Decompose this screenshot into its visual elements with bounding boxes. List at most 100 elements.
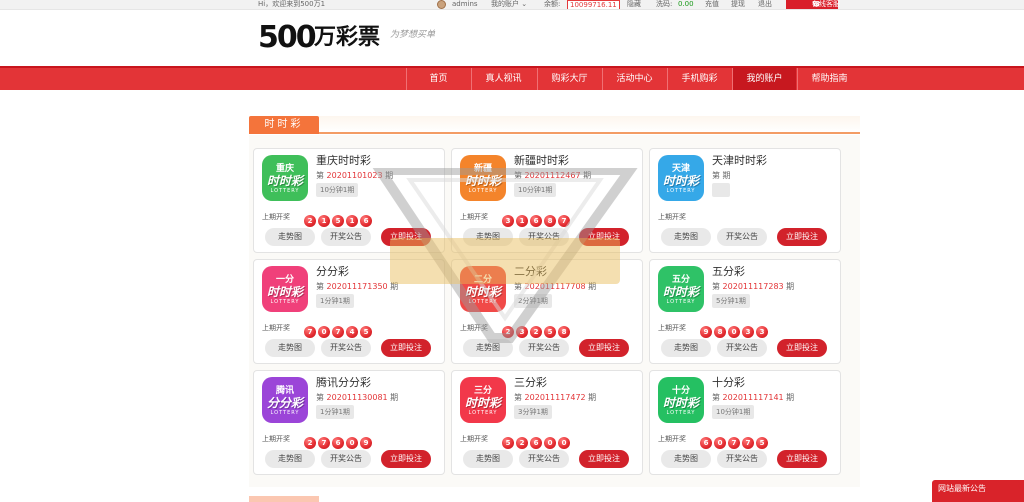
icon-main-label: 时时彩 <box>464 174 501 188</box>
bet-now-button[interactable]: 立即投注 <box>381 450 431 468</box>
last-draw-label: 上期开奖 <box>460 435 488 443</box>
draw-notice-button[interactable]: 开奖公告 <box>717 339 767 357</box>
lottery-name[interactable]: 腾讯分分彩 <box>316 374 371 390</box>
lottery-name[interactable]: 重庆时时彩 <box>316 152 371 168</box>
lottery-name[interactable]: 新疆时时彩 <box>514 152 569 168</box>
section-title-tab[interactable]: 时时彩 <box>249 116 319 134</box>
nav-item[interactable]: 购彩大厅 <box>537 68 601 90</box>
issue-line: 第 20201112467 期 <box>514 170 591 181</box>
lottery-icon[interactable]: 腾讯 分分彩 LOTTERY <box>262 377 308 423</box>
lottery-card: 二分 时时彩 LOTTERY 二分彩第 202011117708 期 2分钟1期 上期开奖… <box>451 259 643 364</box>
draw-notice-button[interactable]: 开奖公告 <box>321 339 371 357</box>
lottery-icon[interactable]: 十分 时时彩 LOTTERY <box>658 377 704 423</box>
logo-text: 万彩票 <box>314 25 381 50</box>
issue-prefix: 第 <box>316 282 324 291</box>
result-ball: 2 <box>516 437 528 449</box>
icon-main-label: 时时彩 <box>266 285 303 299</box>
trend-chart-button[interactable]: 走势图 <box>463 228 513 246</box>
username[interactable]: admins <box>452 0 478 9</box>
nav-item[interactable]: 帮助指南 <box>797 68 861 90</box>
lottery-name[interactable]: 三分彩 <box>514 374 547 390</box>
nav-item[interactable]: 真人视讯 <box>471 68 535 90</box>
draw-notice-button[interactable]: 开奖公告 <box>519 228 569 246</box>
result-ball: 7 <box>728 437 740 449</box>
result-ball: 6 <box>530 437 542 449</box>
result-ball: 6 <box>360 215 372 227</box>
next-section-tab <box>249 496 319 502</box>
result-ball: 0 <box>544 437 556 449</box>
draw-notice-button[interactable]: 开奖公告 <box>717 450 767 468</box>
nav-item[interactable]: 活动中心 <box>602 68 666 90</box>
result-ball: 3 <box>502 215 514 227</box>
lottery-name[interactable]: 五分彩 <box>712 263 745 279</box>
trend-chart-button[interactable]: 走势图 <box>265 450 315 468</box>
lottery-name[interactable]: 分分彩 <box>316 263 349 279</box>
result-ball: 7 <box>318 437 330 449</box>
bet-now-button[interactable]: 立即投注 <box>381 228 431 246</box>
trend-chart-button[interactable]: 走势图 <box>661 228 711 246</box>
lottery-name[interactable]: 天津时时彩 <box>712 152 767 168</box>
icon-sub-label: LOTTERY <box>666 188 696 194</box>
my-account-menu[interactable]: 我的账户 ⌄ <box>491 0 527 9</box>
lottery-name[interactable]: 二分彩 <box>514 263 547 279</box>
issue-number: 202011117283 <box>722 282 784 291</box>
lottery-card: 一分 时时彩 LOTTERY 分分彩第 202011171350 期 1分钟1期 上期开奖… <box>253 259 445 364</box>
draw-notice-button[interactable]: 开奖公告 <box>519 450 569 468</box>
result-ball: 1 <box>318 215 330 227</box>
bet-now-button[interactable]: 立即投注 <box>579 450 629 468</box>
result-ball: 6 <box>530 215 542 227</box>
logout-link[interactable]: 退出 <box>758 0 772 9</box>
lottery-icon[interactable]: 三分 时时彩 LOTTERY <box>460 377 506 423</box>
last-draw-label: 上期开奖 <box>658 213 686 221</box>
hide-balance-link[interactable]: 隐藏 <box>627 0 641 9</box>
lottery-icon[interactable]: 五分 时时彩 LOTTERY <box>658 266 704 312</box>
lottery-name[interactable]: 十分彩 <box>712 374 745 390</box>
draw-frequency: 1分钟1期 <box>316 294 354 308</box>
trend-chart-button[interactable]: 走势图 <box>265 339 315 357</box>
bet-now-button[interactable]: 立即投注 <box>381 339 431 357</box>
lottery-icon[interactable]: 新疆 时时彩 LOTTERY <box>460 155 506 201</box>
bet-now-button[interactable]: 立即投注 <box>777 339 827 357</box>
draw-notice-button[interactable]: 开奖公告 <box>321 450 371 468</box>
trend-chart-button[interactable]: 走势图 <box>661 450 711 468</box>
draw-frequency: 10分钟1期 <box>712 405 755 419</box>
trend-chart-button[interactable]: 走势图 <box>463 450 513 468</box>
lottery-icon[interactable]: 二分 时时彩 LOTTERY <box>460 266 506 312</box>
customer-service-button[interactable]: ☎ 在线客服 <box>786 0 840 9</box>
nav-item[interactable]: 我的账户 <box>732 68 796 90</box>
lottery-card: 腾讯 分分彩 LOTTERY 腾讯分分彩第 202011130081 期 1分钟1期 上期… <box>253 370 445 475</box>
withdraw-link[interactable]: 提现 <box>731 0 745 9</box>
bet-now-button[interactable]: 立即投注 <box>777 450 827 468</box>
trend-chart-button[interactable]: 走势图 <box>661 339 711 357</box>
issue-suffix: 期 <box>786 282 795 291</box>
draw-notice-button[interactable]: 开奖公告 <box>717 228 767 246</box>
trend-chart-button[interactable]: 走势图 <box>265 228 315 246</box>
lottery-icon[interactable]: 天津 时时彩 LOTTERY <box>658 155 704 201</box>
draw-notice-button[interactable]: 开奖公告 <box>321 228 371 246</box>
icon-main-label: 时时彩 <box>662 174 699 188</box>
lottery-icon[interactable]: 重庆 时时彩 LOTTERY <box>262 155 308 201</box>
wash-label: 洗码: <box>656 0 673 8</box>
recharge-link[interactable]: 充值 <box>705 0 719 9</box>
icon-sub-label: LOTTERY <box>270 299 300 305</box>
result-ball: 2 <box>502 326 514 338</box>
latest-notice-bar[interactable]: 网站最新公告 <box>932 480 1024 502</box>
nav-item[interactable]: 首页 <box>406 68 470 90</box>
bet-now-button[interactable]: 立即投注 <box>579 339 629 357</box>
nav-item[interactable]: 手机购彩 <box>667 68 731 90</box>
issue-prefix: 第 <box>712 393 720 402</box>
icon-main-label: 时时彩 <box>464 396 501 410</box>
user-avatar[interactable] <box>437 0 446 9</box>
last-draw-balls: 52600 <box>502 430 572 449</box>
trend-chart-button[interactable]: 走势图 <box>463 339 513 357</box>
lottery-icon[interactable]: 一分 时时彩 LOTTERY <box>262 266 308 312</box>
draw-notice-button[interactable]: 开奖公告 <box>519 339 569 357</box>
last-draw-balls: 60775 <box>700 430 770 449</box>
icon-sub-label: LOTTERY <box>468 410 498 416</box>
icon-sub-label: LOTTERY <box>270 188 300 194</box>
bet-now-button[interactable]: 立即投注 <box>579 228 629 246</box>
result-ball: 5 <box>544 326 556 338</box>
issue-prefix: 第 <box>514 282 522 291</box>
bet-now-button[interactable]: 立即投注 <box>777 228 827 246</box>
site-logo[interactable]: 500 万彩票 <box>258 20 383 56</box>
